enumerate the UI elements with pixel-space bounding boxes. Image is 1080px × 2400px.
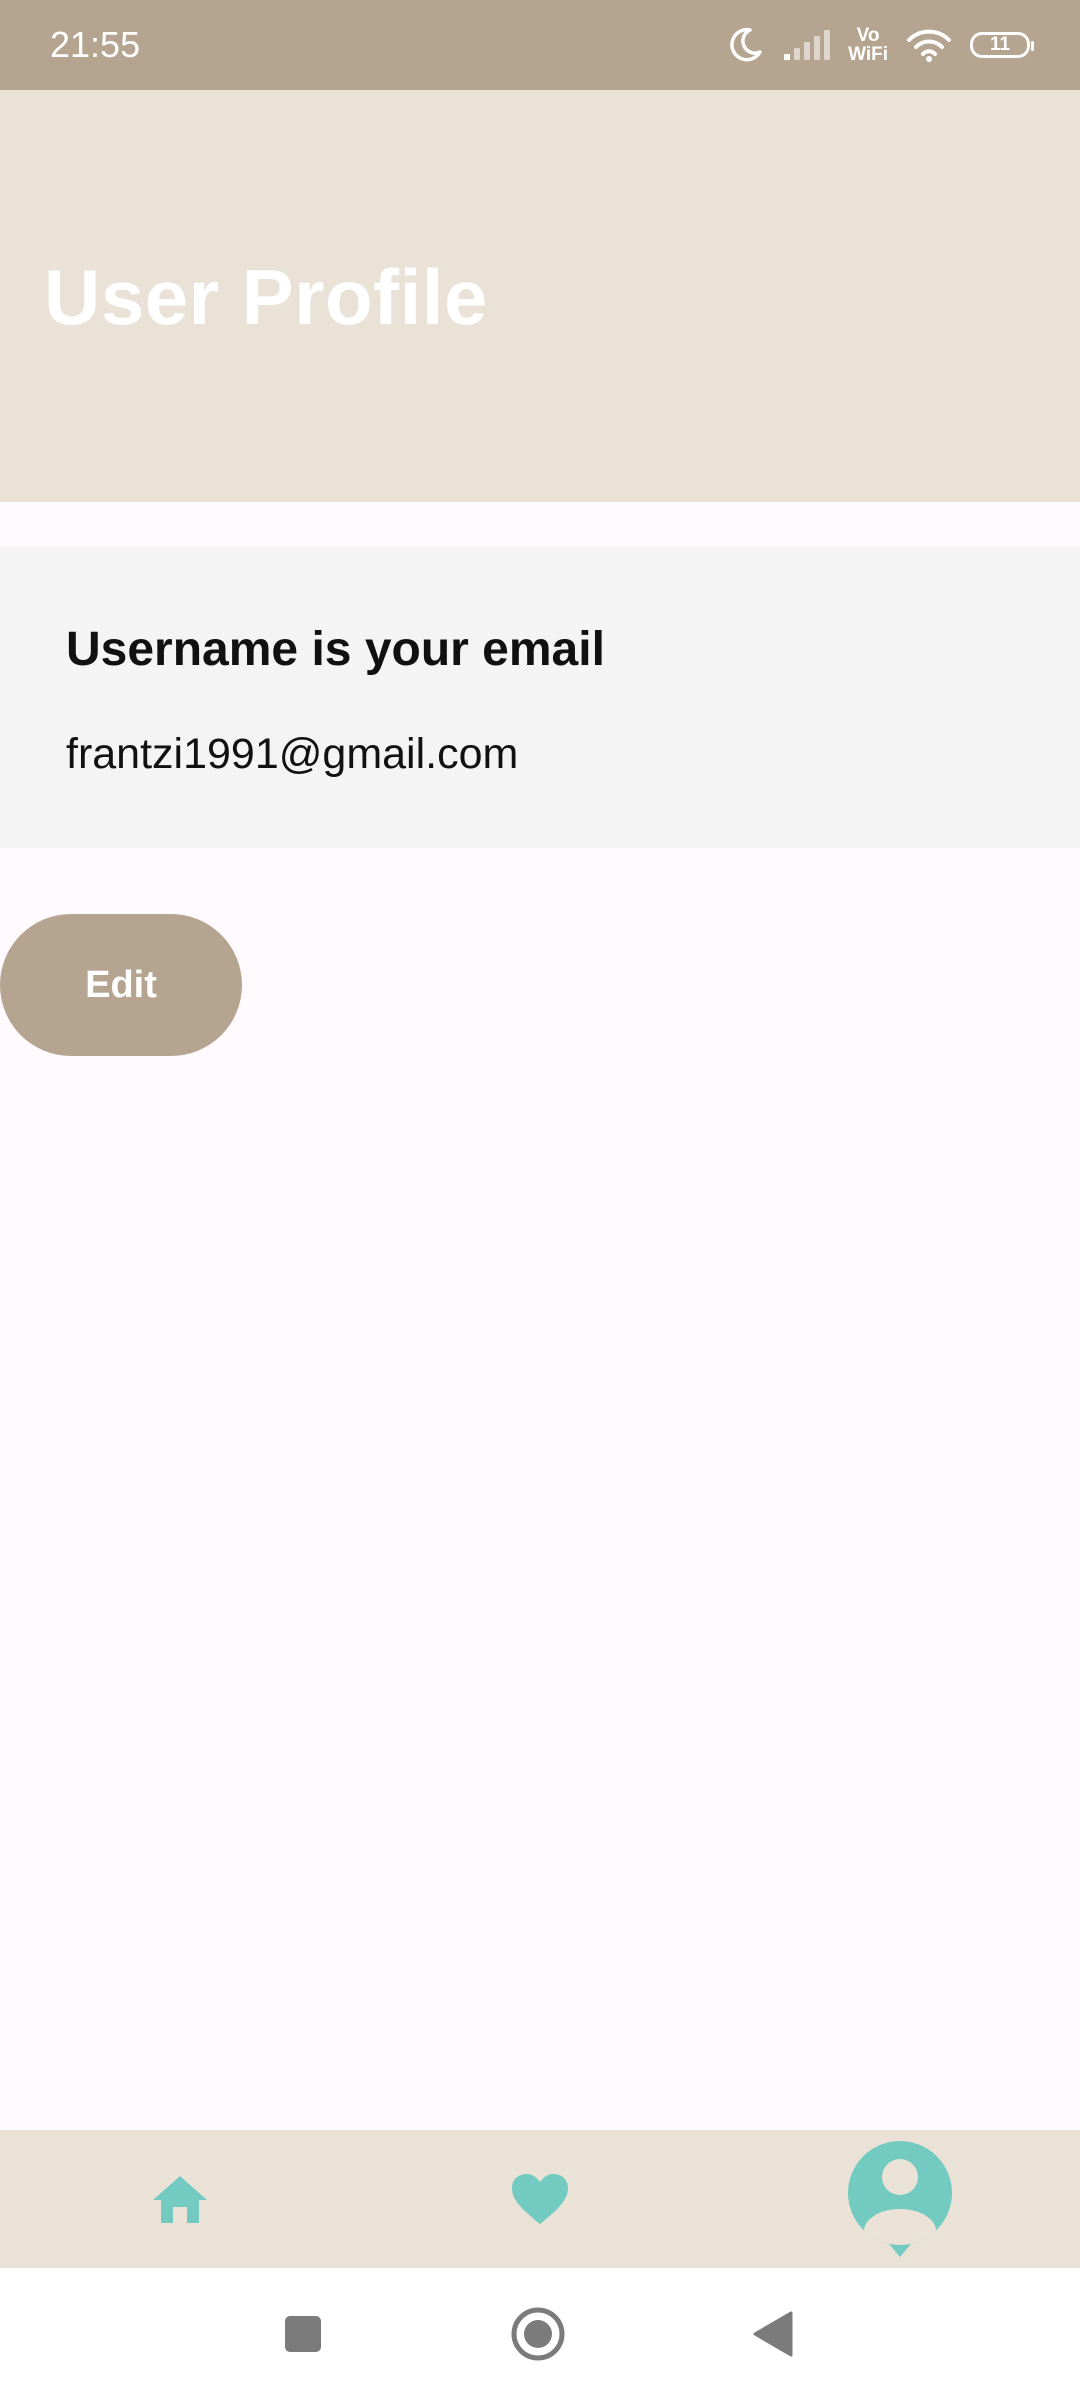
nav-profile[interactable] xyxy=(830,2130,970,2268)
vowifi-top-label: Vo xyxy=(856,25,880,46)
bottom-nav xyxy=(0,2130,1080,2268)
profile-icon xyxy=(848,2141,952,2257)
signal-icon xyxy=(784,30,831,60)
battery-icon: 11 xyxy=(970,32,1034,58)
app-header: User Profile xyxy=(0,90,1080,502)
recents-button[interactable] xyxy=(243,2268,363,2400)
recents-icon xyxy=(285,2316,321,2352)
moon-icon xyxy=(730,27,762,62)
battery-level: 11 xyxy=(989,34,1011,55)
username-email: frantzi1991@gmail.com xyxy=(66,730,519,778)
page-title: User Profile xyxy=(44,253,488,341)
vowifi-bottom-label: WiFi xyxy=(848,44,888,65)
system-nav-bar xyxy=(0,2268,1080,2400)
back-icon xyxy=(753,2311,793,2357)
username-heading: Username is your email xyxy=(66,623,605,676)
wifi-icon xyxy=(907,29,951,62)
status-icons: Vo WiFi 11 xyxy=(726,26,1034,64)
nav-favorites[interactable] xyxy=(480,2130,600,2268)
edit-button[interactable]: Edit xyxy=(0,914,242,1056)
home-circle-icon xyxy=(511,2307,565,2361)
nav-home[interactable] xyxy=(120,2130,240,2268)
status-bar: 21:55 Vo WiFi 11 xyxy=(0,0,1080,90)
username-card: Username is your email frantzi1991@gmail… xyxy=(0,546,1080,848)
home-icon xyxy=(153,2176,207,2223)
heart-icon xyxy=(512,2174,568,2224)
vowifi-indicator: Vo WiFi xyxy=(848,26,888,64)
system-home-button[interactable] xyxy=(478,2268,598,2400)
status-time: 21:55 xyxy=(50,24,141,65)
system-back-button[interactable] xyxy=(713,2268,833,2400)
